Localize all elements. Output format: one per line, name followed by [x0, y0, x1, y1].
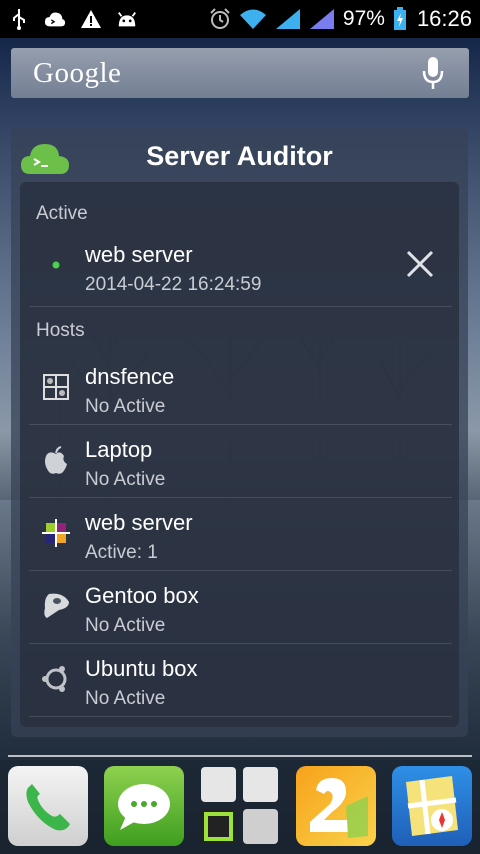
host-row[interactable]: Gentoo box No Active [29, 571, 452, 644]
clock: 16:26 [416, 6, 472, 31]
host-status: No Active [85, 688, 166, 709]
cloud-notification-icon [44, 8, 66, 30]
close-icon[interactable] [402, 246, 438, 282]
host-row[interactable]: dnsfence No Active [29, 352, 452, 425]
apple-icon [41, 445, 71, 475]
green-dot-icon [41, 250, 71, 280]
alarm-icon [209, 8, 231, 30]
app-2-icon[interactable] [296, 766, 376, 846]
widget-panel: Active web server 2014-04-22 16:24:59 Ho… [20, 182, 459, 727]
active-session-name: web server [85, 242, 193, 267]
host-name: Laptop [85, 437, 153, 462]
dock-divider [8, 755, 472, 757]
maps-app-icon[interactable] [392, 766, 472, 846]
gentoo-icon [41, 591, 71, 621]
battery-percent: 97% [342, 7, 385, 30]
host-row[interactable]: web server Active: 1 [29, 498, 452, 571]
host-row[interactable]: Ubuntu box No Active [29, 644, 452, 717]
google-search-bar[interactable]: Google [11, 48, 469, 98]
battery-icon [393, 7, 407, 30]
active-section-label: Active [36, 203, 88, 224]
bsd-icon [41, 372, 71, 402]
google-logo: Google [33, 56, 122, 89]
app-drawer-icon[interactable] [200, 766, 280, 846]
signal-icon-2 [309, 8, 335, 30]
usb-icon [8, 8, 30, 30]
messaging-app-icon[interactable] [104, 766, 184, 846]
warning-icon [80, 8, 102, 30]
microphone-icon[interactable] [419, 55, 447, 91]
app-dock [0, 766, 480, 850]
widget-title: Server Auditor [146, 140, 333, 171]
phone-app-icon[interactable] [8, 766, 88, 846]
host-name: Ubuntu box [85, 656, 198, 681]
active-session-timestamp: 2014-04-22 16:24:59 [85, 274, 262, 295]
host-status: No Active [85, 615, 166, 636]
status-bar: 97% 16:26 [0, 0, 480, 38]
signal-icon-1 [275, 8, 301, 30]
server-auditor-widget: Server Auditor Active web server 2014-04… [11, 127, 468, 737]
widget-header: Server Auditor [11, 127, 468, 185]
hosts-section-label: Hosts [36, 320, 85, 341]
host-status: Active: 1 [85, 542, 158, 563]
wifi-icon [239, 8, 267, 30]
active-session-row[interactable]: web server 2014-04-22 16:24:59 [29, 230, 452, 307]
host-name: web server [85, 510, 193, 535]
centos-icon [41, 518, 71, 548]
host-name: dnsfence [85, 364, 175, 389]
ubuntu-icon [41, 664, 71, 694]
host-status: No Active [85, 396, 166, 417]
android-icon [116, 8, 138, 30]
server-auditor-logo-icon[interactable] [20, 139, 70, 177]
host-row[interactable]: Laptop No Active [29, 425, 452, 498]
host-name: Gentoo box [85, 583, 199, 608]
host-status: No Active [85, 469, 166, 490]
